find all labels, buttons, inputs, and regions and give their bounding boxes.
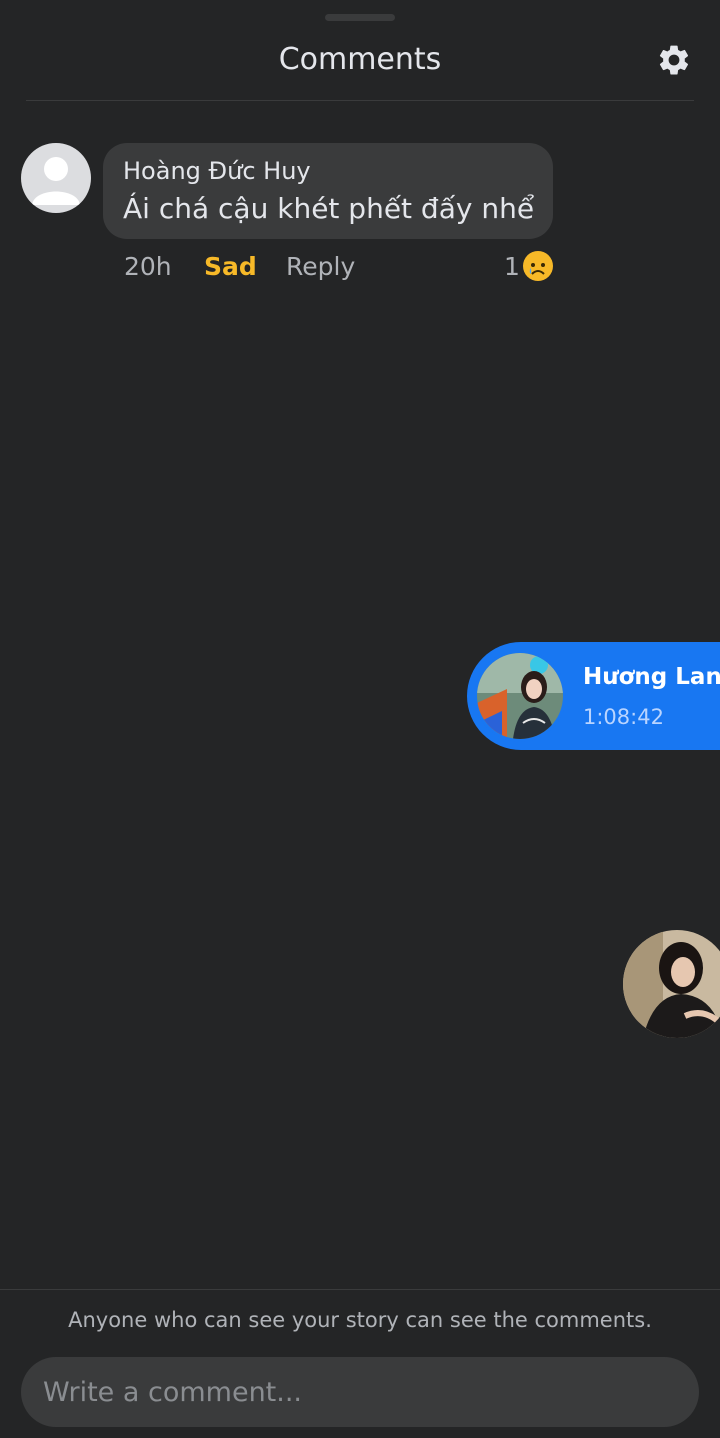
reaction-button[interactable]: Sad <box>204 250 257 284</box>
chat-head-name: Hương Lan <box>583 664 720 690</box>
gear-icon <box>659 45 689 75</box>
comments-sheet: Comments Hoàng Đức Huy Ái chá cậu khét p… <box>0 0 720 1438</box>
floating-chat-avatar[interactable] <box>623 930 720 1038</box>
avatar[interactable] <box>21 143 91 213</box>
comment-timestamp: 20h <box>124 252 172 281</box>
chat-head-timer: 1:08:42 <box>583 705 664 729</box>
reaction-count[interactable]: 1 <box>504 250 520 284</box>
avatar <box>474 650 566 742</box>
drag-handle[interactable] <box>325 14 395 21</box>
profile-photo <box>623 930 720 1038</box>
profile-photo <box>477 653 563 739</box>
footer-divider <box>0 1289 720 1290</box>
comment-text: Ái chá cậu khét phết đấy nhể <box>123 192 535 225</box>
header-divider <box>26 100 694 101</box>
comment-author[interactable]: Hoàng Đức Huy <box>123 157 533 185</box>
default-user-icon <box>32 157 80 205</box>
comment-bubble[interactable]: Hoàng Đức Huy Ái chá cậu khét phết đấy n… <box>103 143 553 239</box>
privacy-note: Anyone who can see your story can see th… <box>68 1308 652 1332</box>
chat-head[interactable]: Hương Lan 1:08:42 <box>467 642 720 750</box>
comment-actions: 20h Sad Reply 1 <box>124 250 564 284</box>
header: Comments <box>0 30 720 100</box>
comment-input[interactable] <box>21 1357 699 1427</box>
settings-button[interactable] <box>654 40 694 80</box>
page-title: Comments <box>278 42 442 77</box>
sad-emoji-icon[interactable] <box>522 250 554 282</box>
reply-button[interactable]: Reply <box>286 250 355 284</box>
